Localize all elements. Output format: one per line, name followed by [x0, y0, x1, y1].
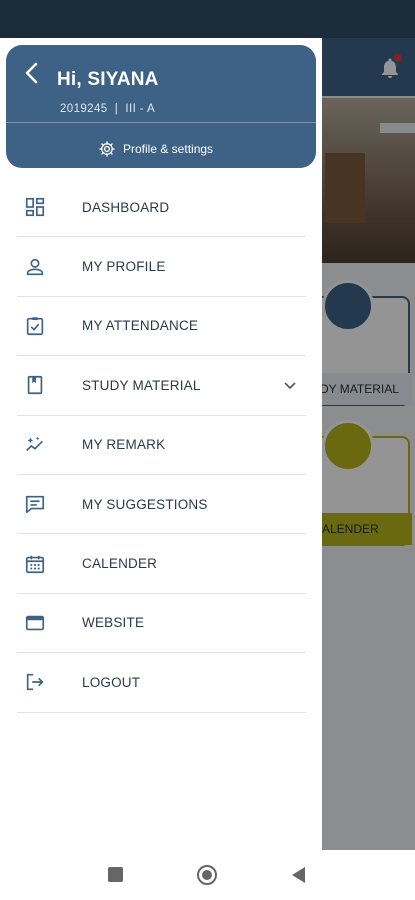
menu-item-logout[interactable]: LOGOUT	[17, 653, 306, 713]
menu-item-website[interactable]: WEBSITE	[17, 594, 306, 654]
menu-item-my-remark[interactable]: MY REMARK	[17, 416, 306, 475]
dashboard-icon	[24, 196, 46, 218]
home-icon[interactable]	[197, 865, 217, 885]
menu-item-label: MY ATTENDANCE	[82, 318, 199, 334]
student-id: 2019245	[60, 103, 108, 115]
drawer-menu: DASHBOARD MY PROFILE MY ATTENDANCE STUDY…	[17, 178, 306, 713]
status-bar	[0, 0, 415, 38]
profile-settings-label: Profile & settings	[123, 142, 214, 156]
book-icon	[24, 374, 46, 396]
menu-item-label: MY SUGGESTIONS	[82, 496, 208, 512]
sparkle-trend-icon	[24, 434, 46, 456]
user-greeting: Hi, SIYANA	[57, 69, 159, 90]
gear-icon	[99, 141, 115, 157]
system-navigation-bar	[0, 850, 415, 900]
student-info: 2019245 | III - A	[60, 103, 155, 115]
attendance-check-icon	[24, 315, 46, 337]
menu-item-dashboard[interactable]: DASHBOARD	[17, 178, 306, 238]
menu-item-label: LOGOUT	[82, 674, 141, 690]
menu-item-label: DASHBOARD	[82, 199, 170, 215]
header-divider	[6, 122, 316, 123]
back-triangle-icon[interactable]	[292, 867, 305, 883]
browser-window-icon	[24, 612, 46, 634]
info-separator: |	[114, 103, 119, 115]
calendar-icon	[24, 553, 46, 575]
menu-item-label: MY REMARK	[82, 437, 166, 453]
person-icon	[24, 256, 46, 278]
recents-icon[interactable]	[108, 867, 123, 882]
menu-item-label: CALENDER	[82, 556, 158, 572]
menu-item-label: STUDY MATERIAL	[82, 377, 201, 393]
drawer-header: Hi, SIYANA 2019245 | III - A Profile & s…	[6, 45, 316, 168]
back-arrow-icon[interactable]	[20, 61, 44, 85]
menu-item-my-suggestions[interactable]: MY SUGGESTIONS	[17, 475, 306, 535]
menu-item-my-attendance[interactable]: MY ATTENDANCE	[17, 297, 306, 357]
menu-item-label: MY PROFILE	[82, 259, 166, 275]
menu-item-calender[interactable]: CALENDER	[17, 534, 306, 594]
profile-settings-button[interactable]: Profile & settings	[98, 140, 213, 158]
navigation-drawer: Hi, SIYANA 2019245 | III - A Profile & s…	[0, 38, 322, 850]
logout-icon	[24, 671, 46, 693]
chat-icon	[24, 493, 46, 515]
class-section: III - A	[125, 103, 156, 115]
chevron-down-icon[interactable]	[282, 377, 298, 393]
menu-item-label: WEBSITE	[82, 615, 145, 631]
menu-item-my-profile[interactable]: MY PROFILE	[17, 237, 306, 297]
menu-item-study-material[interactable]: STUDY MATERIAL	[17, 356, 306, 416]
